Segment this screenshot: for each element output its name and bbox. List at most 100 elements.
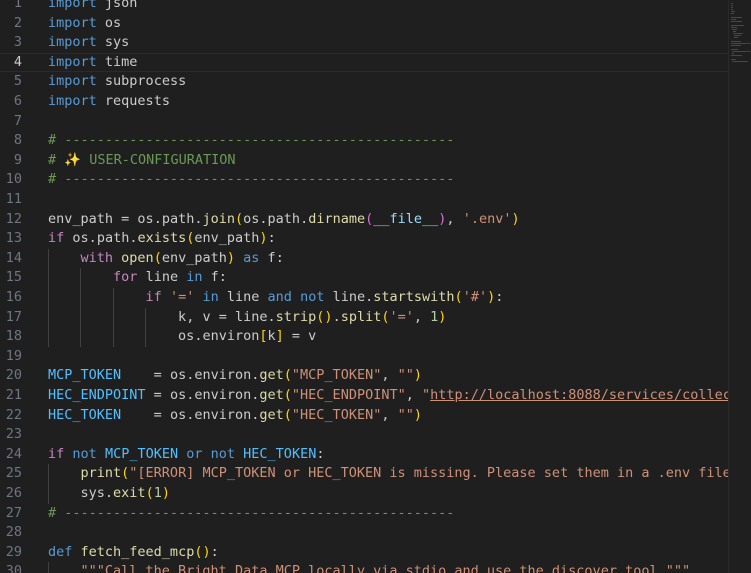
indent-guide (145, 307, 147, 328)
line-code[interactable]: # ✨ USER-CONFIGURATION (48, 151, 236, 171)
code-editor[interactable]: 1 import json 2 import os 3 import sys 4 import… (0, 0, 751, 573)
code-line[interactable]: 6 import requests (0, 92, 728, 112)
line-code[interactable]: # --------------------------------------… (48, 131, 454, 151)
indent-guide (48, 464, 49, 484)
line-number[interactable]: 14 (0, 249, 22, 269)
code-line[interactable]: 12 env_path = os.path.join(os.path.dirnam… (0, 210, 728, 230)
line-code[interactable]: os.environ[k] = v (48, 327, 316, 347)
line-code[interactable]: with open(env_path) as f: (48, 249, 284, 269)
line-code[interactable]: import subprocess (48, 72, 186, 92)
code-line[interactable]: 16 if '=' in line and not line.startswit… (0, 288, 728, 308)
line-code[interactable]: if os.path.exists(env_path): (48, 229, 276, 249)
code-line[interactable]: 27 # ------------------------------------… (0, 504, 728, 524)
line-number[interactable]: 26 (0, 484, 22, 504)
code-line[interactable]: 26 sys.exit(1) (0, 484, 728, 504)
line-number[interactable]: 16 (0, 288, 22, 308)
code-line[interactable]: 14 with open(env_path) as f: (0, 249, 728, 269)
line-number[interactable]: 23 (0, 425, 22, 445)
code-line[interactable]: 4 import time (0, 52, 728, 73)
line-number[interactable]: 7 (0, 112, 22, 132)
line-code[interactable]: env_path = os.path.join(os.path.dirname(… (48, 210, 520, 230)
line-number[interactable]: 9 (0, 151, 22, 171)
line-code[interactable]: if '=' in line and not line.startswith('… (48, 288, 504, 308)
line-code[interactable]: import os (48, 14, 121, 34)
line-number[interactable]: 6 (0, 92, 22, 112)
minimap-line (731, 25, 744, 26)
code-line[interactable]: 22 HEC_TOKEN = os.environ.get("HEC_TOKEN"… (0, 406, 728, 426)
line-code[interactable]: HEC_TOKEN = os.environ.get("HEC_TOKEN", … (48, 406, 422, 426)
line-number[interactable]: 27 (0, 504, 22, 524)
line-number[interactable]: 22 (0, 406, 22, 426)
code-line[interactable]: 28 (0, 523, 728, 543)
line-number[interactable]: 1 (0, 0, 22, 14)
line-number[interactable]: 24 (0, 445, 22, 465)
line-number[interactable]: 10 (0, 170, 22, 190)
line-code[interactable]: def fetch_feed_mcp(): (48, 543, 219, 563)
line-code[interactable]: import sys (48, 33, 129, 53)
line-number[interactable]: 30 (0, 562, 22, 573)
code-line[interactable]: 10 # ------------------------------------… (0, 170, 728, 190)
code-line[interactable]: 24 if not MCP_TOKEN or not HEC_TOKEN: (0, 445, 728, 465)
minimap-line (731, 55, 742, 56)
minimap-line (731, 59, 736, 60)
code-line[interactable]: 13 if os.path.exists(env_path): (0, 229, 728, 249)
line-number[interactable]: 3 (0, 33, 22, 53)
line-code[interactable]: k, v = line.strip().split('=', 1) (48, 308, 446, 328)
code-line[interactable]: 23 (0, 425, 728, 445)
line-code[interactable]: MCP_TOKEN = os.environ.get("MCP_TOKEN", … (48, 366, 422, 386)
code-line[interactable]: 11 (0, 190, 728, 210)
line-number[interactable]: 18 (0, 327, 22, 347)
line-number[interactable]: 25 (0, 464, 22, 484)
line-code[interactable]: import requests (48, 92, 170, 112)
minimap-line (734, 37, 738, 38)
line-number[interactable]: 21 (0, 386, 22, 406)
minimap-line (731, 29, 738, 30)
line-code[interactable]: HEC_ENDPOINT = os.environ.get("HEC_ENDPO… (48, 386, 747, 406)
line-number[interactable]: 8 (0, 131, 22, 151)
code-line[interactable]: 21 HEC_ENDPOINT = os.environ.get("HEC_END… (0, 386, 747, 406)
code-line[interactable]: 8 # -------------------------------------… (0, 131, 728, 151)
line-number[interactable]: 19 (0, 347, 22, 367)
indent-guide (48, 562, 49, 573)
indent-guide (80, 327, 82, 347)
code-line[interactable]: 3 import sys (0, 33, 728, 53)
line-number[interactable]: 20 (0, 366, 22, 386)
line-code[interactable]: import json (48, 0, 137, 14)
line-code[interactable]: sys.exit(1) (48, 484, 170, 504)
line-number[interactable]: 12 (0, 210, 22, 230)
minimap-line (731, 45, 742, 46)
line-number[interactable]: 15 (0, 268, 22, 288)
code-line[interactable]: 5 import subprocess (0, 72, 728, 92)
code-line[interactable]: 18 os.environ[k] = v (0, 327, 728, 347)
code-line[interactable]: 7 (0, 112, 728, 132)
code-line[interactable]: 15 for line in f: (0, 268, 728, 288)
code-line[interactable]: 30 """Call the Bright Data MCP locally v… (0, 562, 728, 573)
minimap[interactable] (728, 0, 751, 573)
line-code[interactable]: # --------------------------------------… (48, 170, 454, 190)
line-number[interactable]: 28 (0, 523, 22, 543)
code-line[interactable]: 20 MCP_TOKEN = os.environ.get("MCP_TOKEN"… (0, 366, 728, 386)
code-line[interactable]: 29 def fetch_feed_mcp(): (0, 543, 728, 563)
line-number[interactable]: 13 (0, 229, 22, 249)
line-number[interactable]: 29 (0, 543, 22, 563)
indent-guide (80, 307, 82, 328)
line-number[interactable]: 4 (0, 54, 22, 72)
line-number[interactable]: 11 (0, 190, 22, 210)
code-line[interactable]: 17 k, v = line.strip().split('=', 1) (0, 308, 728, 328)
minimap-line (731, 11, 735, 12)
code-line[interactable]: 25 print("[ERROR] MCP_TOKEN or HEC_TOKEN… (0, 464, 747, 484)
line-code[interactable]: if not MCP_TOKEN or not HEC_TOKEN: (48, 445, 324, 465)
minimap-line (734, 35, 742, 36)
line-code[interactable]: import time (48, 54, 137, 72)
line-number[interactable]: 2 (0, 14, 22, 34)
code-line[interactable]: 2 import os (0, 14, 728, 34)
line-number[interactable]: 17 (0, 308, 22, 328)
code-line[interactable]: 19 (0, 347, 728, 367)
line-code[interactable]: # --------------------------------------… (48, 504, 454, 524)
code-line[interactable]: 1 import json (0, 0, 728, 14)
line-code[interactable]: """Call the Bright Data MCP locally via … (48, 562, 691, 573)
line-number[interactable]: 5 (0, 72, 22, 92)
line-code[interactable]: print("[ERROR] MCP_TOKEN or HEC_TOKEN is… (48, 464, 748, 484)
line-code[interactable]: for line in f: (48, 268, 227, 288)
code-line[interactable]: 9 # ✨ USER-CONFIGURATION (0, 151, 728, 171)
